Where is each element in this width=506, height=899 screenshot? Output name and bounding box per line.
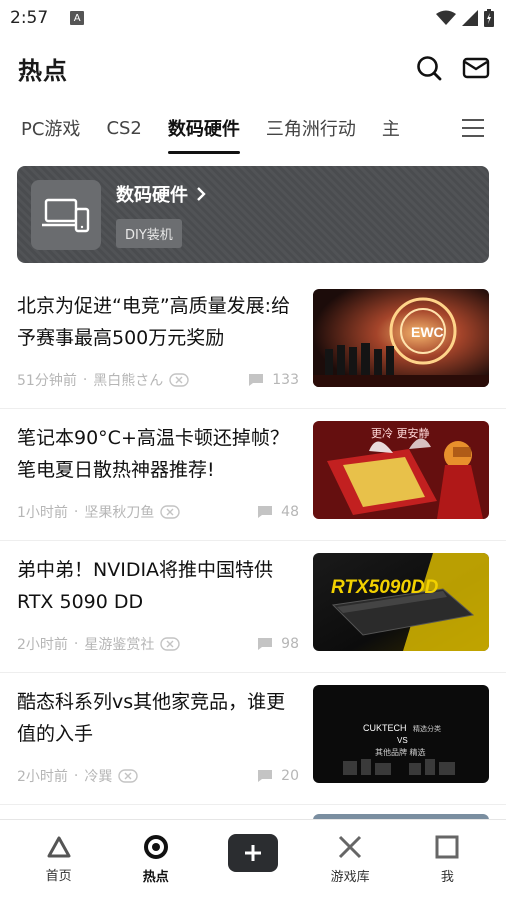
news-item[interactable]: 酷态科系列vs其他家竞品，谁更值的入手 2小时前 · 冷巽 20 CUKTECH 精… <box>0 673 506 805</box>
news-list: 北京为促进“电竞”高质量发展:给予赛事最高500万元奖励 51分钟前 · 黑白熊さん… <box>0 277 506 805</box>
plus-icon <box>244 844 261 861</box>
status-time: 2:57 <box>10 8 49 28</box>
tabs-menu-area <box>430 100 506 156</box>
comment-icon <box>249 374 264 386</box>
nav-game-library[interactable]: 游戏库 <box>310 834 390 885</box>
page-title: 热点 <box>18 56 68 85</box>
battery-icon <box>484 9 494 27</box>
news-time: 51分钟前 <box>17 373 77 389</box>
nav-add[interactable] <box>213 833 293 872</box>
nav-me-label: 我 <box>440 870 454 885</box>
triangle-icon <box>47 836 71 858</box>
cross-icon <box>339 835 362 859</box>
esports-stage-image: EWC <box>313 289 489 387</box>
news-time: 2小时前 <box>17 769 68 785</box>
news-author: 冷巽 <box>84 769 113 785</box>
news-time: 1小时前 <box>17 505 68 521</box>
svg-text:其他品牌 精选: 其他品牌 精选 <box>375 747 426 757</box>
add-post-button[interactable] <box>227 833 278 872</box>
svg-text:RTX5090DD: RTX5090DD <box>331 577 439 598</box>
comment-count: 98 <box>281 636 299 652</box>
nav-hot-label: 热点 <box>142 870 169 885</box>
news-title: 笔记本90°C+高温卡顿还掉帧？笔电夏日散热神器推荐! <box>17 427 289 481</box>
news-title: 酷态科系列vs其他家竞品，谁更值的入手 <box>17 691 286 745</box>
sim-badge-icon: A <box>70 11 85 25</box>
rtx-gpu-image: RTX5090DD <box>313 553 489 651</box>
tab-delta-force[interactable]: 三角洲行动 <box>266 100 356 156</box>
dismiss-icon[interactable] <box>118 769 139 783</box>
nav-hot[interactable]: 热点 <box>116 834 196 885</box>
tab-digital-hardware[interactable]: 数码硬件 <box>167 100 240 156</box>
news-item[interactable]: 北京为促进“电竞”高质量发展:给予赛事最高500万元奖励 51分钟前 · 黑白熊さん… <box>0 277 506 409</box>
dismiss-icon[interactable] <box>160 637 181 651</box>
comment-count: 20 <box>281 768 299 784</box>
svg-text:更冷 更安静: 更冷 更安静 <box>371 426 430 440</box>
svg-text:EWC: EWC <box>411 324 444 340</box>
svg-text:CUKTECH: CUKTECH <box>363 723 407 733</box>
news-author: 黑白熊さん <box>93 373 164 389</box>
news-title: 北京为促进“电竞”高质量发展:给予赛事最高500万元奖励 <box>17 295 291 349</box>
news-author: 星游鉴赏社 <box>84 637 155 653</box>
dismiss-icon[interactable] <box>160 505 181 519</box>
comment-count: 48 <box>281 504 299 520</box>
laptop-phone-icon <box>42 198 90 232</box>
tab-cs2[interactable]: CS2 <box>106 100 141 156</box>
news-item[interactable]: 弟中弟！NVIDIA将推中国特供RTX 5090 DD 2小时前 · 星游鉴赏社 9… <box>0 541 506 673</box>
nav-game-library-label: 游戏库 <box>330 870 370 885</box>
circle-icon <box>143 835 168 859</box>
news-item[interactable]: 笔记本90°C+高温卡顿还掉帧？笔电夏日散热神器推荐! 1小时前 · 坚果秋刀鱼 4… <box>0 409 506 541</box>
nav-home-label: 首页 <box>45 869 72 884</box>
nav-home[interactable]: 首页 <box>19 835 99 884</box>
square-icon <box>435 835 459 859</box>
category-tag[interactable]: DIY装机 <box>116 219 182 248</box>
mail-icon[interactable] <box>462 56 490 80</box>
news-title: 弟中弟！NVIDIA将推中国特供RTX 5090 DD <box>17 559 274 613</box>
tab-partial[interactable]: 主 <box>382 100 400 156</box>
comment-icon <box>258 770 273 782</box>
status-bar: 2:57 A <box>0 0 506 36</box>
svg-text:精选分类: 精选分类 <box>413 724 441 733</box>
category-tabs: PC游戏 CS2 数码硬件 三角洲行动 主 <box>0 100 506 156</box>
wifi-icon <box>436 10 456 25</box>
category-title: 数码硬件 <box>116 185 188 206</box>
search-icon[interactable] <box>416 55 442 81</box>
laptop-cooler-image: 更冷 更安静 <box>313 421 489 519</box>
powerbank-compare-image: CUKTECH 精选分类 VS 其他品牌 精选 <box>313 685 489 783</box>
comment-icon <box>258 638 273 650</box>
chevron-right-icon <box>197 187 206 201</box>
menu-icon[interactable] <box>462 118 484 138</box>
news-author: 坚果秋刀鱼 <box>84 505 155 521</box>
category-card[interactable]: 数码硬件 DIY装机 <box>17 166 489 263</box>
category-icon-box <box>31 179 101 250</box>
dismiss-icon[interactable] <box>169 373 189 387</box>
tab-pc-games[interactable]: PC游戏 <box>21 100 80 156</box>
signal-icon <box>462 10 478 26</box>
news-time: 2小时前 <box>17 637 68 653</box>
comment-count: 133 <box>272 372 299 388</box>
svg-text:VS: VS <box>397 736 408 745</box>
bottom-nav: 首页 热点 游戏库 我 <box>0 819 506 899</box>
comment-icon <box>258 506 273 518</box>
app-header: 热点 <box>0 36 506 100</box>
nav-me[interactable]: 我 <box>407 834 487 885</box>
